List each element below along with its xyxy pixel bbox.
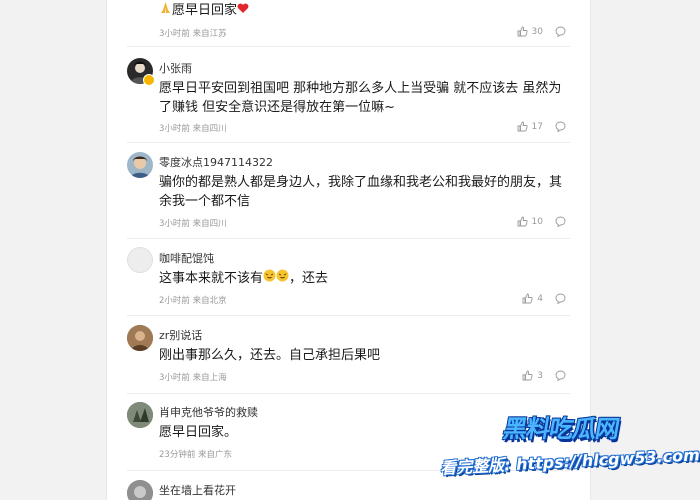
comment-item: 小张雨 愿早日平安回到祖国吧 那种地方那么多人上当受骗 就不应该去 虽然为了赚钱… <box>127 46 570 143</box>
thumbs-up-icon[interactable] <box>522 293 533 304</box>
comment-text: 这事本来就不该有 ，还去 <box>159 269 329 288</box>
comment-item: 愿早日回家 3小时前 来自江苏 30 <box>127 0 570 47</box>
comment-actions: 17 <box>517 121 566 132</box>
speech-bubble-icon[interactable] <box>555 26 566 37</box>
avatar[interactable] <box>127 480 153 500</box>
comment-meta: 3小时前 来自上海 <box>159 373 227 383</box>
watermark-logo: 黑料吃瓜网 <box>501 415 622 443</box>
comment-actions: 3 <box>522 370 566 381</box>
like-count: 10 <box>531 216 543 227</box>
username[interactable]: 坐在墙上看花开 <box>159 482 236 498</box>
comment-actions: 10 <box>517 216 566 227</box>
like-count: 4 <box>537 293 543 304</box>
thumbs-up-icon[interactable] <box>517 216 528 227</box>
speech-bubble-icon[interactable] <box>555 370 566 381</box>
thumbs-up-icon[interactable] <box>522 370 533 381</box>
comment-meta: 3小时前 来自四川 <box>159 124 227 134</box>
comment-item: zr别说话 刚出事那么久，还去。自己承担后果吧 3小时前 来自上海 3 <box>127 315 570 394</box>
username[interactable]: 零度冰点1947114322 <box>159 154 273 170</box>
comment-actions: 30 <box>517 26 566 37</box>
red-heart-emoji-icon <box>237 1 249 20</box>
pray-emoji-icon <box>159 1 172 20</box>
speech-bubble-icon[interactable] <box>555 293 566 304</box>
comment-text: 骗你的都是熟人都是身边人，我除了血缘和我老公和我最好的朋友，其余我一个都不信 <box>159 175 563 209</box>
laughing-emoji-icon <box>263 269 289 288</box>
comment-item: 零度冰点1947114322 骗你的都是熟人都是身边人，我除了血缘和我老公和我最… <box>127 142 570 239</box>
username[interactable]: 小张雨 <box>159 60 192 76</box>
comment-meta: 3小时前 来自江苏 <box>159 29 227 39</box>
like-count: 17 <box>531 121 543 132</box>
comment-item: 咖啡配馄饨 这事本来就不该有 ，还去 2小时前 来自北京 4 <box>127 238 570 316</box>
comment-text: 愿早日回家 <box>159 1 571 20</box>
username[interactable]: 肖申克他爷爷的救赎 <box>159 404 258 420</box>
comment-meta: 23分钟前 来自广东 <box>159 450 233 460</box>
comment-text: 愿早日平安回到祖国吧 那种地方那么多人上当受骗 就不应该去 虽然为了赚钱 但安全… <box>159 81 562 115</box>
avatar[interactable] <box>127 247 153 273</box>
comment-actions: 4 <box>522 293 566 304</box>
speech-bubble-icon[interactable] <box>555 216 566 227</box>
speech-bubble-icon[interactable] <box>555 121 566 132</box>
thumbs-up-icon[interactable] <box>517 26 528 37</box>
avatar[interactable] <box>127 152 153 178</box>
username[interactable]: zr别说话 <box>159 327 202 343</box>
vip-badge-icon <box>143 74 155 86</box>
thumbs-up-icon[interactable] <box>517 121 528 132</box>
username[interactable]: 咖啡配馄饨 <box>159 250 214 266</box>
avatar[interactable] <box>127 325 153 351</box>
like-count: 30 <box>531 26 543 37</box>
comment-meta: 2小时前 来自北京 <box>159 296 227 306</box>
comment-meta: 3小时前 来自四川 <box>159 219 227 229</box>
comment-text: 刚出事那么久，还去。自己承担后果吧 <box>159 348 381 363</box>
like-count: 3 <box>537 370 543 381</box>
avatar[interactable] <box>127 402 153 428</box>
